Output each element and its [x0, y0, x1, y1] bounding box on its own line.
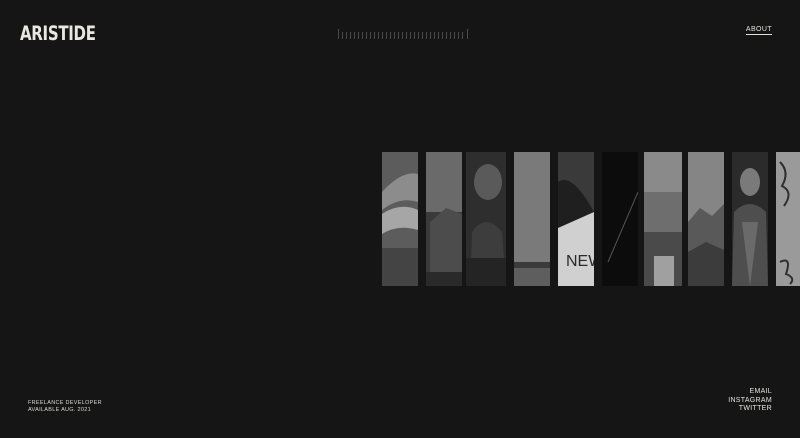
gallery-strip-9[interactable] — [732, 152, 768, 286]
role-text: FREELANCE DEVELOPER — [28, 400, 102, 406]
gallery-strip-6[interactable] — [602, 152, 638, 286]
gallery-strip-7[interactable] — [644, 152, 682, 286]
gallery-strip-2[interactable] — [426, 152, 462, 286]
instagram-link[interactable]: INSTAGRAM — [728, 397, 772, 406]
new-sign-text: NEW — [566, 253, 594, 270]
gallery-strip-1[interactable] — [382, 152, 418, 286]
about-link[interactable]: ABOUT — [745, 26, 772, 35]
gallery-strip-10[interactable] — [776, 152, 800, 286]
availability-info: FREELANCE DEVELOPER AVAILABLE AUG. 2021 — [28, 400, 102, 414]
email-link[interactable]: EMAIL — [728, 388, 772, 397]
social-links: EMAIL INSTAGRAM TWITTER — [728, 388, 772, 414]
twitter-link[interactable]: TWITTER — [728, 405, 772, 414]
gallery-strip-8[interactable] — [688, 152, 724, 286]
tick-ruler-icon — [338, 26, 468, 39]
image-gallery[interactable]: NEW — [382, 152, 800, 286]
gallery-strip-5[interactable]: NEW — [558, 152, 594, 286]
logo[interactable]: ARISTIDE — [20, 22, 96, 45]
availability-text: AVAILABLE AUG. 2021 — [28, 407, 91, 413]
gallery-strip-3[interactable] — [466, 152, 506, 286]
gallery-strip-4[interactable] — [514, 152, 550, 286]
